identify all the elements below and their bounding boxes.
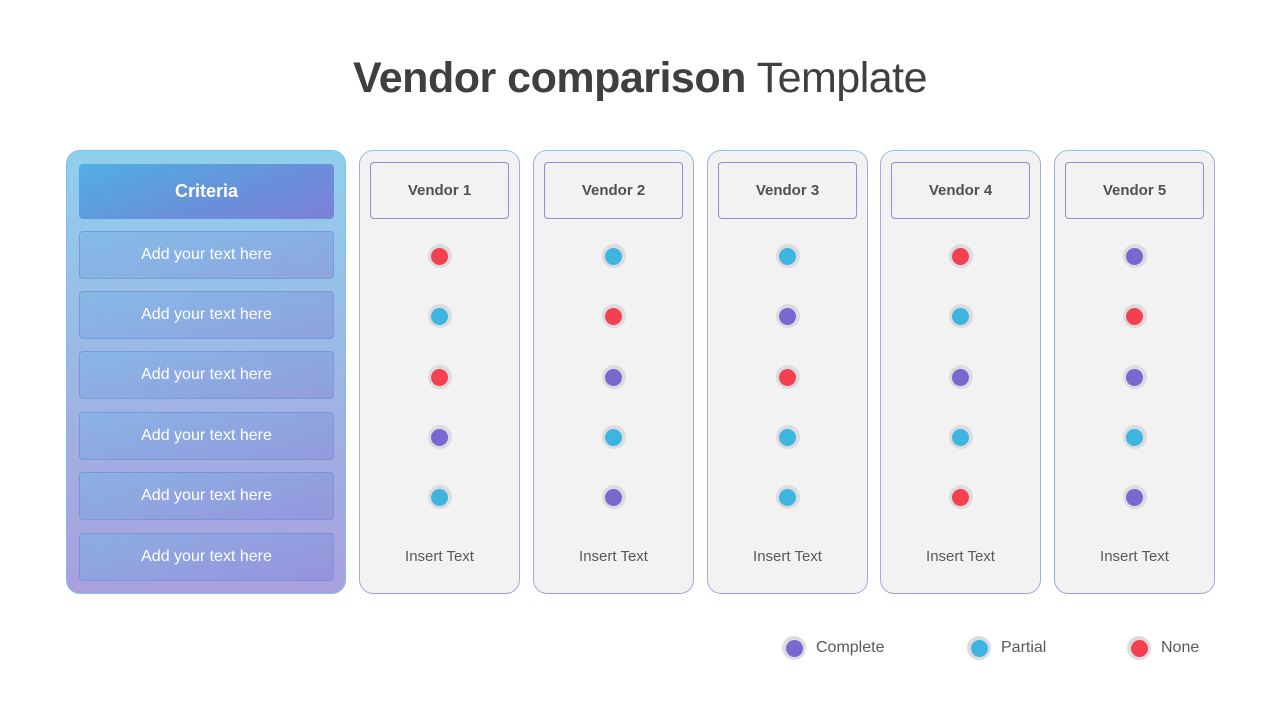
- status-dot-none: [427, 244, 452, 268]
- status-dot-partial: [948, 425, 973, 449]
- status-dot-fill: [605, 488, 622, 506]
- status-dot-fill: [431, 368, 448, 386]
- status-dot-fill: [605, 368, 622, 386]
- status-dot-fill: [605, 428, 622, 446]
- page-title: Vendor comparison Template: [0, 54, 1280, 103]
- status-dot-fill: [1126, 428, 1143, 446]
- status-dot-fill: [952, 368, 969, 386]
- status-dot-fill: [431, 428, 448, 446]
- legend-dot-fill: [1130, 639, 1148, 657]
- vendor-column-3: Vendor 3 Insert Text: [707, 150, 868, 594]
- legend-dot-fill: [785, 639, 803, 657]
- legend-label: None: [1161, 639, 1200, 656]
- status-dot-fill: [431, 488, 448, 506]
- status-dot-partial: [601, 425, 626, 449]
- legend-label: Partial: [1001, 639, 1047, 656]
- criteria-panel: Criteria Add your text here Add your tex…: [66, 150, 346, 594]
- vendor-footer-text[interactable]: Insert Text: [360, 548, 519, 565]
- status-dot-complete: [775, 304, 800, 328]
- legend-item-partial: Partial: [967, 636, 1046, 660]
- status-dot-fill: [952, 247, 969, 265]
- status-dot-fill: [1126, 368, 1143, 386]
- status-dot-fill: [431, 307, 448, 325]
- status-dot-complete: [601, 365, 626, 389]
- vendor-header[interactable]: Vendor 5: [1065, 162, 1204, 219]
- status-dot-fill: [952, 428, 969, 446]
- legend-dot-none: [1127, 636, 1151, 660]
- legend-dot-complete: [782, 636, 806, 660]
- vendor-header[interactable]: Vendor 4: [891, 162, 1030, 219]
- status-dot-none: [948, 244, 973, 268]
- status-dot-fill: [779, 428, 796, 446]
- status-dot-none: [601, 304, 626, 328]
- status-dot-none: [948, 485, 973, 509]
- status-dot-none: [775, 365, 800, 389]
- status-dot-fill: [952, 488, 969, 506]
- vendor-header[interactable]: Vendor 2: [544, 162, 683, 219]
- legend-label: Complete: [816, 639, 885, 656]
- legend-item-none: None: [1127, 636, 1199, 660]
- status-dot-fill: [605, 307, 622, 325]
- status-dot-complete: [427, 425, 452, 449]
- status-dot-partial: [427, 485, 452, 509]
- criteria-row[interactable]: Add your text here: [79, 472, 334, 520]
- legend-dot-fill: [970, 639, 988, 657]
- vendor-header[interactable]: Vendor 3: [718, 162, 857, 219]
- status-dot-partial: [1122, 425, 1147, 449]
- status-dot-complete: [1122, 244, 1147, 268]
- status-dot-complete: [1122, 485, 1147, 509]
- vendor-column-2: Vendor 2 Insert Text: [533, 150, 694, 594]
- criteria-row[interactable]: Add your text here: [79, 291, 334, 339]
- status-dot-partial: [775, 244, 800, 268]
- criteria-header: Criteria: [79, 164, 334, 219]
- status-dot-none: [1122, 304, 1147, 328]
- status-dot-fill: [605, 247, 622, 265]
- vendor-column-4: Vendor 4 Insert Text: [880, 150, 1041, 594]
- vendor-footer-text[interactable]: Insert Text: [881, 548, 1040, 565]
- title-light: Template: [756, 54, 928, 102]
- status-dot-fill: [1126, 488, 1143, 506]
- status-dot-partial: [775, 485, 800, 509]
- status-dot-fill: [1126, 247, 1143, 265]
- vendor-header[interactable]: Vendor 1: [370, 162, 509, 219]
- status-dot-partial: [601, 244, 626, 268]
- vendor-footer-text[interactable]: Insert Text: [534, 548, 693, 565]
- legend-dot-partial: [967, 636, 991, 660]
- status-dot-fill: [952, 307, 969, 325]
- status-dot-fill: [779, 368, 796, 386]
- status-dot-fill: [1126, 307, 1143, 325]
- status-dot-complete: [948, 365, 973, 389]
- criteria-row[interactable]: Add your text here: [79, 231, 334, 279]
- criteria-row[interactable]: Add your text here: [79, 412, 334, 460]
- vendor-column-5: Vendor 5 Insert Text: [1054, 150, 1215, 594]
- status-dot-fill: [779, 247, 796, 265]
- status-dot-partial: [948, 304, 973, 328]
- vendor-column-1: Vendor 1 Insert Text: [359, 150, 520, 594]
- vendor-footer-text[interactable]: Insert Text: [1055, 548, 1214, 565]
- status-dot-complete: [1122, 365, 1147, 389]
- status-dot-partial: [427, 304, 452, 328]
- status-dot-fill: [779, 307, 796, 325]
- status-dot-fill: [779, 488, 796, 506]
- criteria-row[interactable]: Add your text here: [79, 351, 334, 399]
- legend-item-complete: Complete: [782, 636, 884, 660]
- title-bold: Vendor comparison: [352, 54, 746, 102]
- status-dot-complete: [601, 485, 626, 509]
- criteria-row[interactable]: Add your text here: [79, 533, 334, 581]
- status-dot-fill: [431, 247, 448, 265]
- status-dot-partial: [775, 425, 800, 449]
- vendor-footer-text[interactable]: Insert Text: [708, 548, 867, 565]
- status-dot-none: [427, 365, 452, 389]
